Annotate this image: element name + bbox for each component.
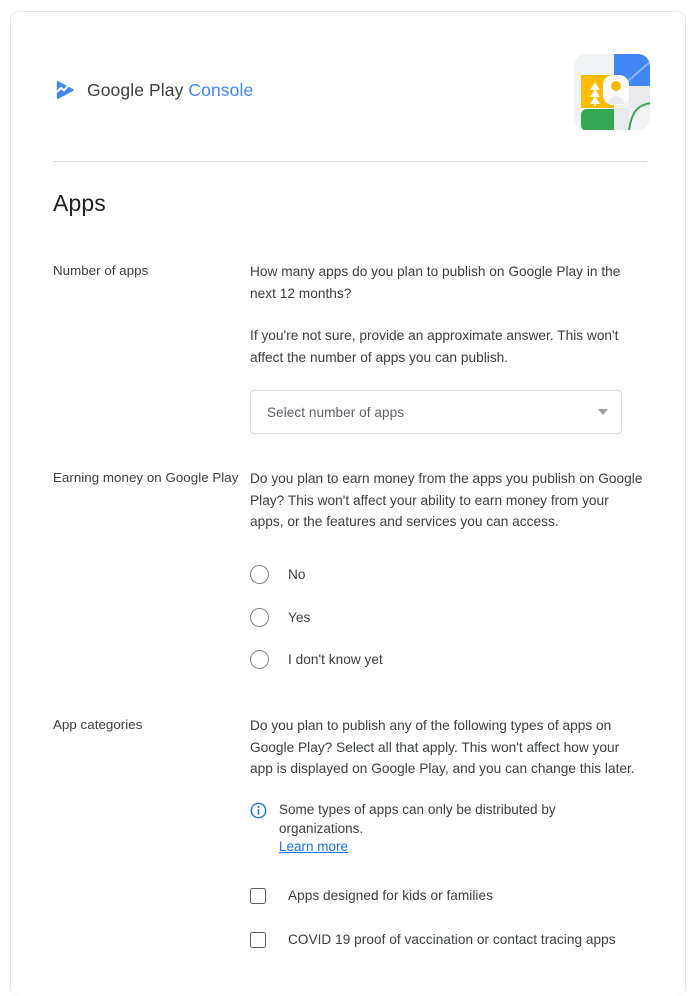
play-console-logo-icon — [53, 78, 77, 102]
page-title: Apps — [53, 190, 106, 216]
form-content: Apps Number of apps How many apps do you… — [11, 161, 685, 962]
radio-icon — [250, 650, 269, 670]
brand-name-primary: Google Play — [87, 79, 184, 100]
radio-option-yes[interactable]: Yes — [250, 596, 643, 639]
radio-icon — [250, 607, 269, 627]
brand-name: Google Play Console — [87, 80, 253, 101]
info-icon — [250, 802, 267, 824]
radio-option-label: Yes — [288, 609, 311, 625]
info-note-text: Some types of apps can only be distribut… — [279, 801, 556, 836]
question-earning-money: Do you plan to earn money from the apps … — [250, 471, 643, 529]
page-header: Google Play Console — [11, 12, 685, 162]
developer-profile-map-illustration — [573, 53, 651, 131]
info-note-body: Some types of apps can only be distribut… — [279, 800, 643, 856]
select-number-of-apps-value: Select number of apps — [267, 404, 405, 420]
field-body-number-of-apps: How many apps do you plan to publish on … — [250, 261, 643, 434]
field-label-number-of-apps: Number of apps — [53, 263, 149, 278]
field-app-categories: App categories Do you plan to publish an… — [53, 715, 643, 962]
info-note-organizations: Some types of apps can only be distribut… — [250, 800, 643, 856]
radio-option-label: No — [288, 567, 306, 583]
field-label-app-categories: App categories — [53, 717, 143, 732]
note-number-of-apps: If you're not sure, provide an approxima… — [250, 328, 619, 365]
radio-option-no[interactable]: No — [250, 554, 643, 597]
radio-group-earning-money: No Yes I don't know yet — [250, 554, 643, 682]
chevron-down-icon — [598, 409, 608, 415]
field-body-app-categories: Do you plan to publish any of the follow… — [250, 715, 643, 962]
brand-lockup: Google Play Console — [53, 78, 253, 102]
radio-option-label: I don't know yet — [288, 652, 383, 668]
radio-icon — [250, 565, 269, 585]
checkbox-group-app-categories: Apps designed for kids or families COVID… — [250, 874, 643, 962]
header-divider — [53, 161, 647, 162]
field-body-earning-money: Do you plan to earn money from the apps … — [250, 468, 643, 681]
checkbox-icon — [250, 931, 266, 948]
field-earning-money: Earning money on Google Play Do you plan… — [53, 468, 643, 681]
developer-profile-card: Google Play Console Apps Number of apps … — [10, 11, 686, 996]
learn-more-link[interactable]: Learn more — [279, 839, 348, 854]
checkbox-kids-families[interactable]: Apps designed for kids or families — [250, 874, 643, 918]
field-label-earning-money: Earning money on Google Play — [53, 470, 239, 485]
checkbox-covid-apps[interactable]: COVID 19 proof of vaccination or contact… — [250, 918, 643, 962]
checkbox-label: Apps designed for kids or families — [288, 888, 493, 903]
question-app-categories: Do you plan to publish any of the follow… — [250, 718, 635, 776]
field-number-of-apps: Number of apps How many apps do you plan… — [53, 261, 643, 434]
brand-name-secondary: Console — [188, 79, 254, 100]
question-number-of-apps: How many apps do you plan to publish on … — [250, 264, 621, 301]
select-number-of-apps[interactable]: Select number of apps — [250, 390, 622, 434]
checkbox-icon — [250, 887, 266, 904]
checkbox-label: COVID 19 proof of vaccination or contact… — [288, 932, 616, 947]
radio-option-dont-know[interactable]: I don't know yet — [250, 639, 643, 682]
